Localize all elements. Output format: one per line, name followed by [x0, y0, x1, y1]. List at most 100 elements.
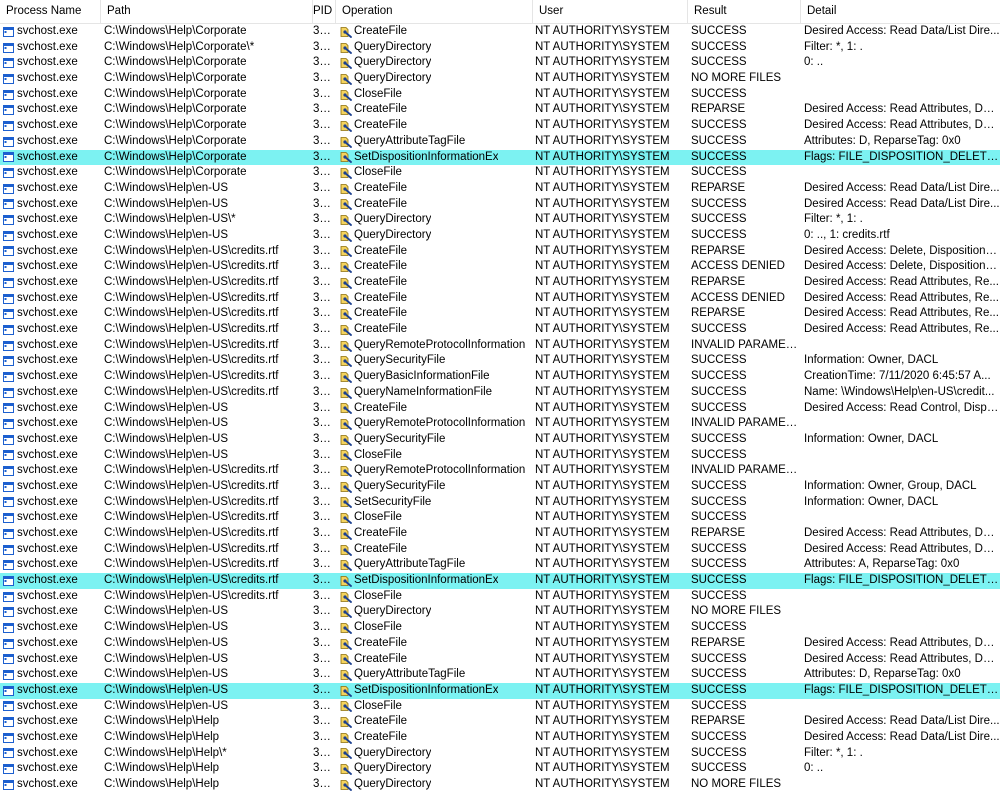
- event-row[interactable]: svchost.exe C:\Windows\Help\Corporate 31…: [0, 134, 1000, 150]
- event-row[interactable]: svchost.exe C:\Windows\Help\en-US 3184 Q…: [0, 228, 1000, 244]
- event-row[interactable]: svchost.exe C:\Windows\Help\en-US 3184 C…: [0, 636, 1000, 652]
- event-row[interactable]: svchost.exe C:\Windows\Help\en-US\credit…: [0, 589, 1000, 605]
- file-system-operation-icon: [340, 167, 352, 179]
- event-row[interactable]: svchost.exe C:\Windows\Help\en-US\credit…: [0, 510, 1000, 526]
- event-row[interactable]: svchost.exe C:\Windows\Help\Help\* 3184 …: [0, 746, 1000, 762]
- file-system-operation-icon: [340, 716, 352, 728]
- event-row[interactable]: svchost.exe C:\Windows\Help\en-US\credit…: [0, 573, 1000, 589]
- event-row[interactable]: svchost.exe C:\Windows\Help\Corporate 31…: [0, 71, 1000, 87]
- path-cell: C:\Windows\Help\en-US: [104, 699, 228, 712]
- detail-cell: Flags: FILE_DISPOSITION_DELETE...: [804, 150, 1000, 163]
- user-cell: NT AUTHORITY\SYSTEM: [535, 574, 670, 587]
- operation-name: SetDispositionInformationEx: [354, 683, 499, 696]
- process-name-cell: svchost.exe: [0, 479, 101, 495]
- file-system-operation-icon: [340, 293, 352, 305]
- event-row[interactable]: svchost.exe C:\Windows\Help\en-US\credit…: [0, 463, 1000, 479]
- event-row[interactable]: svchost.exe C:\Windows\Help\en-US\credit…: [0, 353, 1000, 369]
- event-row[interactable]: svchost.exe C:\Windows\Help\Corporate 31…: [0, 87, 1000, 103]
- operation-name: QueryDirectory: [354, 72, 432, 85]
- process-name: svchost.exe: [17, 715, 78, 728]
- event-row[interactable]: svchost.exe C:\Windows\Help\en-US 3184 C…: [0, 652, 1000, 668]
- result-cell: ACCESS DENIED: [691, 260, 785, 273]
- pid-cell: 3184: [313, 181, 336, 194]
- event-row[interactable]: svchost.exe C:\Windows\Help\en-US 3184 Q…: [0, 432, 1000, 448]
- event-row[interactable]: svchost.exe C:\Windows\Help\en-US\credit…: [0, 369, 1000, 385]
- column-header-detail[interactable]: Detail: [801, 0, 1000, 23]
- result-cell: SUCCESS: [691, 621, 747, 634]
- event-row[interactable]: svchost.exe C:\Windows\Help\en-US\credit…: [0, 479, 1000, 495]
- event-row[interactable]: svchost.exe C:\Windows\Help\en-US 3184 S…: [0, 682, 1000, 699]
- path-cell: C:\Windows\Help\en-US: [104, 636, 228, 649]
- event-row[interactable]: svchost.exe C:\Windows\Help\en-US\credit…: [0, 259, 1000, 275]
- result-cell: SUCCESS: [691, 150, 747, 163]
- event-row[interactable]: svchost.exe C:\Windows\Help\en-US 3184 C…: [0, 620, 1000, 636]
- operation-cell: QueryRemoteProtocolInformation: [336, 416, 533, 432]
- operation-cell: SetDispositionInformationEx: [336, 683, 533, 699]
- file-system-operation-icon: [340, 591, 352, 603]
- pid-cell: 3184: [313, 652, 336, 665]
- path-cell: C:\Windows\Help\Corporate\*: [104, 40, 255, 53]
- event-row[interactable]: svchost.exe C:\Windows\Help\en-US\credit…: [0, 306, 1000, 322]
- event-row[interactable]: svchost.exe C:\Windows\Help\en-US 3184 C…: [0, 448, 1000, 464]
- event-row[interactable]: svchost.exe C:\Windows\Help\Help 3184 Qu…: [0, 761, 1000, 777]
- column-header-path[interactable]: Path: [101, 0, 313, 23]
- event-row[interactable]: svchost.exe C:\Windows\Help\en-US 3184 Q…: [0, 416, 1000, 432]
- column-header-result[interactable]: Result: [688, 0, 801, 23]
- event-row[interactable]: svchost.exe C:\Windows\Help\en-US\credit…: [0, 291, 1000, 307]
- path-cell: C:\Windows\Help\en-US: [104, 197, 228, 210]
- event-row[interactable]: svchost.exe C:\Windows\Help\en-US\* 3184…: [0, 212, 1000, 228]
- event-row[interactable]: svchost.exe C:\Windows\Help\en-US\credit…: [0, 557, 1000, 573]
- detail-cell: [801, 699, 1000, 715]
- event-row[interactable]: svchost.exe C:\Windows\Help\en-US 3184 C…: [0, 181, 1000, 197]
- path-cell: C:\Windows\Help\Help: [104, 778, 220, 790]
- event-row[interactable]: svchost.exe C:\Windows\Help\en-US\credit…: [0, 275, 1000, 291]
- column-header-user[interactable]: User: [533, 0, 688, 23]
- event-row[interactable]: svchost.exe C:\Windows\Help\Help 3184 Cr…: [0, 714, 1000, 730]
- event-row[interactable]: svchost.exe C:\Windows\Help\Corporate 31…: [0, 102, 1000, 118]
- event-row[interactable]: svchost.exe C:\Windows\Help\en-US\credit…: [0, 526, 1000, 542]
- operation-cell: CloseFile: [336, 87, 533, 103]
- operation-cell: QueryBasicInformationFile: [336, 369, 533, 385]
- path-cell: C:\Windows\Help\Corporate: [104, 119, 247, 132]
- column-header-process-name[interactable]: Process Name: [0, 0, 101, 23]
- detail-cell: Desired Access: Delete, Disposition: ...: [804, 260, 1000, 273]
- event-row[interactable]: svchost.exe C:\Windows\Help\Help 3184 Cr…: [0, 730, 1000, 746]
- detail-cell: Information: Owner, DACL: [804, 432, 939, 445]
- column-header-operation[interactable]: Operation: [336, 0, 533, 23]
- event-row[interactable]: svchost.exe C:\Windows\Help\en-US 3184 Q…: [0, 667, 1000, 683]
- file-system-operation-icon: [340, 57, 352, 70]
- process-name-cell: svchost.exe: [0, 573, 101, 589]
- event-row[interactable]: svchost.exe C:\Windows\Help\en-US\credit…: [0, 244, 1000, 260]
- operation-cell: CreateFile: [336, 244, 533, 260]
- detail-cell: Desired Access: Read Data/List Dire...: [804, 197, 1000, 210]
- event-row[interactable]: svchost.exe C:\Windows\Help\en-US 3184 C…: [0, 197, 1000, 213]
- path-cell: C:\Windows\Help\Help\*: [104, 746, 227, 759]
- event-row[interactable]: svchost.exe C:\Windows\Help\Corporate\* …: [0, 40, 1000, 56]
- event-row[interactable]: svchost.exe C:\Windows\Help\en-US\credit…: [0, 495, 1000, 511]
- operation-name: CloseFile: [354, 621, 402, 634]
- event-row[interactable]: svchost.exe C:\Windows\Help\Corporate 31…: [0, 55, 1000, 71]
- event-row[interactable]: svchost.exe C:\Windows\Help\en-US 3184 C…: [0, 699, 1000, 715]
- user-cell: NT AUTHORITY\SYSTEM: [535, 385, 670, 398]
- event-row[interactable]: svchost.exe C:\Windows\Help\en-US\credit…: [0, 338, 1000, 354]
- process-window-icon: [3, 481, 14, 492]
- operation-name: QueryDirectory: [354, 56, 432, 69]
- operation-cell: CloseFile: [336, 448, 533, 464]
- event-row[interactable]: svchost.exe C:\Windows\Help\en-US\credit…: [0, 322, 1000, 338]
- event-row[interactable]: svchost.exe C:\Windows\Help\en-US 3184 Q…: [0, 604, 1000, 620]
- pid-cell: 3184: [313, 479, 336, 492]
- event-row[interactable]: svchost.exe C:\Windows\Help\en-US 3184 C…: [0, 401, 1000, 417]
- operation-name: CreateFile: [354, 260, 408, 273]
- event-row[interactable]: svchost.exe C:\Windows\Help\en-US\credit…: [0, 542, 1000, 558]
- detail-cell: Desired Access: Read Attributes, Del...: [804, 527, 1000, 539]
- event-row[interactable]: svchost.exe C:\Windows\Help\Corporate 31…: [0, 118, 1000, 134]
- event-row[interactable]: svchost.exe C:\Windows\Help\Corporate 31…: [0, 24, 1000, 40]
- column-header-pid[interactable]: PID: [313, 0, 336, 23]
- event-row[interactable]: svchost.exe C:\Windows\Help\Corporate 31…: [0, 149, 1000, 166]
- process-name: svchost.exe: [17, 652, 78, 665]
- event-row[interactable]: svchost.exe C:\Windows\Help\Help 3184 Qu…: [0, 777, 1000, 793]
- process-name: svchost.exe: [17, 605, 78, 618]
- result-cell: SUCCESS: [691, 668, 747, 681]
- event-row[interactable]: svchost.exe C:\Windows\Help\en-US\credit…: [0, 385, 1000, 401]
- event-row[interactable]: svchost.exe C:\Windows\Help\Corporate 31…: [0, 165, 1000, 181]
